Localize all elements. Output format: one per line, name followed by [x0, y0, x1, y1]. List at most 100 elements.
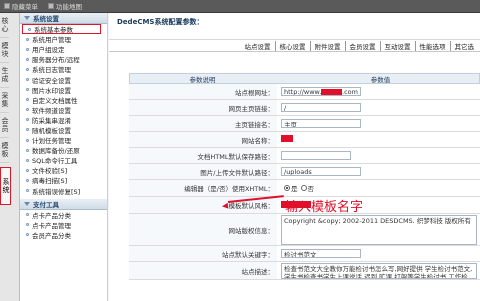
bullet-icon — [26, 138, 29, 142]
sidebar-item[interactable]: 数据库备份/还原 — [20, 145, 107, 155]
row-value: 主页 — [277, 116, 480, 131]
row-label: 站点描述： — [129, 262, 277, 279]
url-suffix: .com — [342, 87, 358, 96]
bullet-icon — [26, 118, 29, 122]
sidebar-item[interactable]: 图片水印设置 — [20, 85, 107, 95]
text-input[interactable]: /uploads — [281, 167, 361, 176]
tab-4[interactable]: 互动设置 — [379, 40, 415, 51]
tab-3[interactable]: 会员设置 — [344, 40, 380, 51]
table-row: 文档HTML默认保存路径： — [129, 148, 480, 164]
table-header: 参数说明 参数值 — [129, 73, 480, 84]
bullet-icon — [26, 88, 29, 92]
bullet-icon — [26, 37, 29, 41]
sidebar-item[interactable]: 用户组设定 — [20, 44, 107, 54]
nav-template[interactable]: 模板 — [0, 138, 9, 163]
sidebar-item-label: 病毒扫描[S] — [32, 177, 68, 186]
sidebar-item[interactable]: 系统错误修复[S] — [20, 186, 107, 196]
tab-1[interactable]: 核心设置 — [274, 40, 310, 51]
column-header-value: 参数值 — [370, 75, 391, 84]
sidebar-item[interactable]: 点卡产品分类 — [20, 210, 107, 220]
bullet-icon — [26, 98, 29, 102]
nav-core[interactable]: 核心 — [0, 13, 9, 38]
table-row: 站点描述： 检查书范文大全教你万能检讨书怎么写,网好提供 学生检讨书范文,学生书检… — [129, 262, 480, 280]
tab-5[interactable]: 性能选项 — [414, 40, 450, 51]
sidebar-item[interactable]: 自定义文档属性 — [20, 95, 107, 105]
tab-0[interactable]: 站点设置 — [241, 41, 275, 51]
sidebar-item[interactable]: 防采集串混淆 — [20, 115, 107, 125]
sidebar-item[interactable]: 系统基本参数 — [22, 24, 101, 35]
text-input[interactable]: 检讨书范文 — [281, 249, 361, 258]
row-label: 图片/上传文件默认路径： — [129, 164, 277, 179]
sidebar-item-label: 数据库备份/还原 — [32, 147, 80, 156]
row-value: / — [277, 100, 480, 115]
sidebar-item[interactable]: 随机模板设置 — [20, 125, 107, 135]
text-input[interactable] — [281, 135, 293, 144]
hide-menu-button[interactable]: 隐藏菜单 — [4, 1, 38, 11]
bullet-icon — [26, 233, 29, 237]
row-value — [277, 148, 480, 163]
sidebar-item[interactable]: 文件校验[S] — [20, 165, 107, 175]
url-prefix: http://www. — [284, 87, 322, 96]
bullet-icon — [26, 78, 29, 82]
textarea-field[interactable]: 检查书范文大全教你万能检讨书怎么写,网好提供 学生检讨书范文,学生书检查书学生上… — [281, 262, 477, 279]
row-value: /uploads — [277, 164, 480, 179]
sidebar-item[interactable]: 系统用户管理 — [20, 34, 107, 44]
nav-generate[interactable]: 生成 — [0, 63, 9, 88]
sidebar-item[interactable]: 会员产品分类 — [20, 230, 107, 240]
sidebar-item-label: 文件校验[S] — [32, 167, 68, 176]
column-header-label: 参数说明 — [189, 75, 216, 84]
bullet-icon — [26, 148, 29, 152]
row-value: 检讨书范文 — [277, 246, 480, 261]
row-label: 网站名称： — [129, 132, 277, 147]
tab-6[interactable]: 其它选 — [449, 40, 479, 51]
bullet-icon — [26, 213, 29, 217]
annotation-text: 输入模板名字 — [285, 200, 364, 215]
nav-member[interactable]: 会员 — [0, 113, 9, 138]
table-row: 图片/上传文件默认路径： /uploads — [129, 164, 480, 180]
top-toolbar: 隐藏菜单 功能地图 — [0, 0, 480, 13]
text-input[interactable] — [281, 151, 351, 160]
sidebar-item-label: SQL命令行工具 — [32, 157, 78, 166]
sidebar-item-label: 用户组设定 — [32, 46, 65, 55]
sidebar-item[interactable]: SQL命令行工具 — [20, 155, 107, 165]
sidebar-item[interactable]: 计划任务管理 — [20, 135, 107, 145]
sidebar-item[interactable]: 点卡产品管理 — [20, 220, 107, 230]
map-icon — [48, 3, 54, 9]
sidebar-item-label: 服务器分布/远程 — [32, 56, 80, 65]
bullet-icon — [26, 67, 29, 71]
sidebar-group-payment-tools[interactable]: 支付工具 — [20, 198, 107, 210]
row-label: 站点默认关键字： — [129, 246, 277, 261]
tab-2[interactable]: 附件设置 — [309, 40, 345, 51]
text-input[interactable]: / — [281, 103, 361, 112]
row-label: 网页主页链接： — [129, 100, 277, 115]
sidebar-item[interactable]: 服务器分布/远程 — [20, 54, 107, 64]
main-panel: DedeCMS系统配置参数： 站点设置 核心设置 附件设置 会员设置 互动设置 性能选项其… — [109, 13, 480, 301]
sidebar-item[interactable]: 验证安全设置 — [20, 74, 107, 85]
textarea-field[interactable]: Copyright &copy; 2002-2011 DESDCMS. 织梦科技… — [281, 214, 477, 245]
table-row: 编辑器（是/否）使用XHTML：是否 — [129, 180, 480, 197]
bullet-icon — [26, 178, 29, 182]
sidebar-item-label: 会员产品分类 — [32, 231, 71, 240]
radio-yes[interactable] — [284, 185, 290, 191]
table-row: 网站版权信息： Copyright &copy; 2002-2011 DESDCM… — [129, 214, 480, 246]
sidebar-item[interactable]: 病毒扫描[S] — [20, 175, 107, 185]
site-url-input[interactable]: http://www. .com — [281, 87, 361, 96]
sidebar-group-system-settings[interactable]: 系统设置 — [20, 13, 107, 24]
collapse-icon — [24, 16, 30, 20]
radio-no[interactable] — [300, 185, 307, 191]
bullet-icon — [26, 168, 29, 172]
sidebar-item[interactable]: 系统日志管理 — [20, 64, 107, 74]
collapse-icon — [24, 201, 30, 206]
function-map-button[interactable]: 功能地图 — [48, 1, 82, 11]
nav-module[interactable]: 模块 — [0, 38, 9, 63]
bullet-icon — [26, 47, 29, 51]
row-label: 站点根网址： — [129, 84, 277, 99]
settings-table: 参数说明 参数值 站点根网址： http://www. .com 网页主页链接： / 主页链接… — [129, 73, 480, 280]
bullet-icon — [26, 189, 29, 193]
row-value: 检查书范文大全教你万能检讨书怎么写,网好提供 学生检讨书范文,学生书检查书学生上… — [277, 262, 480, 279]
nav-collect[interactable]: 采集 — [0, 88, 9, 113]
nav-system[interactable]: 系统 — [0, 167, 11, 205]
sidebar-item[interactable]: 软件频道设置 — [20, 105, 107, 115]
text-input[interactable]: 主页 — [281, 119, 361, 128]
table-row: 网站名称： — [129, 132, 480, 148]
